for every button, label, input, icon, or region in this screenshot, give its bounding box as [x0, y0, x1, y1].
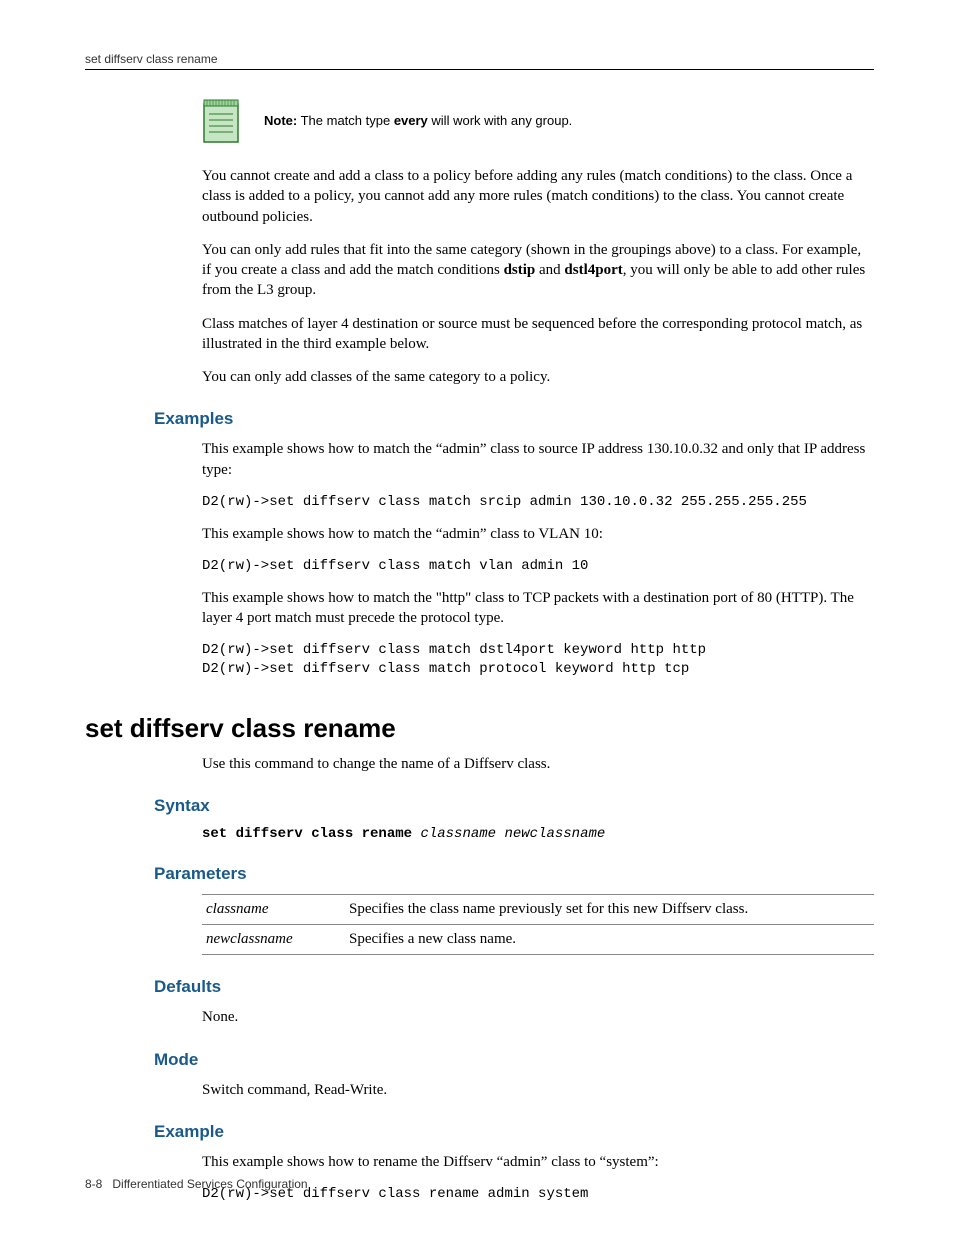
paragraph: You cannot create and add a class to a p… [202, 166, 874, 227]
note-after: will work with any group. [428, 113, 573, 128]
heading-mode: Mode [154, 1050, 874, 1070]
heading-examples: Examples [154, 409, 874, 429]
syntax-args: classname newclassname [420, 826, 605, 842]
heading-syntax: Syntax [154, 796, 874, 816]
note-bold: every [394, 113, 428, 128]
param-desc: Specifies a new class name. [345, 925, 874, 955]
notepad-icon [202, 98, 240, 144]
paragraph: Use this command to change the name of a… [202, 754, 874, 774]
page-container: set diffserv class rename [0, 0, 954, 1235]
paragraph: This example shows how to match the "htt… [202, 588, 874, 629]
heading-parameters: Parameters [154, 864, 874, 884]
page-number: 8-8 [85, 1177, 102, 1191]
text-bold: dstip [504, 262, 536, 278]
heading-defaults: Defaults [154, 977, 874, 997]
param-desc: Specifies the class name previously set … [345, 895, 874, 925]
paragraph: This example shows how to match the “adm… [202, 524, 874, 544]
paragraph: Class matches of layer 4 destination or … [202, 314, 874, 355]
table-row: classname Specifies the class name previ… [202, 895, 874, 925]
paragraph: Switch command, Read-Write. [202, 1080, 874, 1100]
paragraph: This example shows how to rename the Dif… [202, 1152, 874, 1172]
footer-title: Differentiated Services Configuration [112, 1177, 307, 1191]
paragraph: You can only add rules that fit into the… [202, 240, 874, 301]
code-block: D2(rw)->set diffserv class match srcip a… [202, 493, 874, 512]
paragraph: You can only add classes of the same cat… [202, 367, 874, 387]
parameters-table: classname Specifies the class name previ… [202, 894, 874, 955]
note-block: Note: The match type every will work wit… [202, 98, 874, 144]
note-before: The match type [297, 113, 394, 128]
running-header: set diffserv class rename [85, 52, 874, 70]
code-block: D2(rw)->set diffserv class match dstl4po… [202, 641, 874, 679]
heading-command: set diffserv class rename [85, 713, 874, 744]
page-footer: 8-8 Differentiated Services Configuratio… [85, 1177, 308, 1191]
heading-example: Example [154, 1122, 874, 1142]
code-block: D2(rw)->set diffserv class match vlan ad… [202, 557, 874, 576]
note-text: Note: The match type every will work wit… [264, 112, 572, 130]
text: and [535, 262, 564, 278]
paragraph: This example shows how to match the “adm… [202, 439, 874, 480]
param-name: classname [202, 895, 345, 925]
content-body: Note: The match type every will work wit… [202, 98, 874, 1204]
paragraph: None. [202, 1007, 874, 1027]
syntax-command: set diffserv class rename [202, 826, 412, 842]
syntax-line: set diffserv class rename classname newc… [202, 826, 874, 842]
table-row: newclassname Specifies a new class name. [202, 925, 874, 955]
param-name: newclassname [202, 925, 345, 955]
note-prefix: Note: [264, 113, 297, 128]
text-bold: dstl4port [564, 262, 622, 278]
